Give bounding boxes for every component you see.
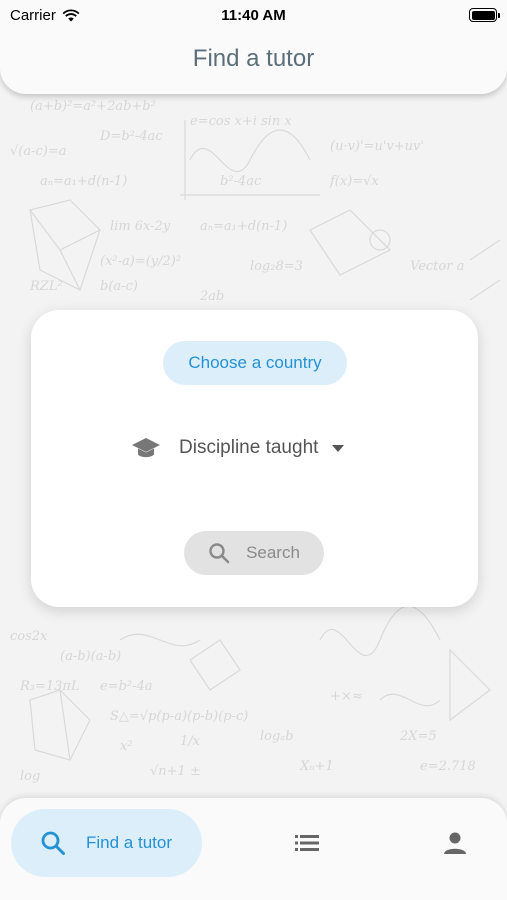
graduation-cap-icon — [132, 438, 160, 458]
svg-text:(a+b)²=a²+2ab+b²: (a+b)²=a²+2ab+b² — [30, 99, 156, 114]
svg-text:D=b²-4ac: D=b²-4ac — [99, 129, 163, 144]
svg-text:S△=√p(p-a)(p-b)(p-c): S△=√p(p-a)(p-b)(p-c) — [110, 709, 248, 724]
svg-text:e=b²-4a: e=b²-4a — [100, 679, 153, 694]
svg-text:e=cos x+i sin x: e=cos x+i sin x — [190, 114, 292, 129]
person-icon[interactable] — [443, 831, 467, 855]
svg-text:log₂8=3: log₂8=3 — [250, 259, 303, 274]
svg-text:RZL²: RZL² — [29, 279, 63, 294]
svg-text:√(a-c)=a: √(a-c)=a — [10, 144, 67, 159]
search-card: Choose a country Discipline taught Searc… — [31, 310, 478, 607]
svg-text:lim 6x-2y: lim 6x-2y — [110, 219, 171, 234]
svg-text:R₃=13πL: R₃=13πL — [19, 679, 80, 694]
page-title: Find a tutor — [192, 45, 315, 72]
svg-text:(u·v)'=u'v+uv': (u·v)'=u'v+uv' — [330, 139, 424, 154]
choose-country-button[interactable]: Choose a country — [163, 341, 347, 385]
nav-item-find-tutor-label: Find a tutor — [86, 833, 172, 852]
svg-text:f(x)=√x: f(x)=√x — [329, 174, 379, 189]
svg-text:cos2x: cos2x — [10, 629, 48, 644]
nav-item-find-tutor[interactable]: Find a tutor — [11, 809, 202, 877]
status-time: 11:40 AM — [221, 6, 286, 24]
svg-text:(a-b)(a-b): (a-b)(a-b) — [60, 649, 121, 664]
discipline-dropdown[interactable]: Discipline taught — [131, 428, 371, 468]
svg-text:aₙ=a₁+d(n-1): aₙ=a₁+d(n-1) — [200, 219, 287, 234]
svg-text:+×≈: +×≈ — [330, 689, 363, 704]
dropdown-arrow-icon — [332, 444, 345, 452]
svg-text:Xₙ+1: Xₙ+1 — [299, 759, 334, 774]
svg-text:b(a-c): b(a-c) — [100, 279, 138, 294]
svg-text:e=2.718: e=2.718 — [420, 759, 476, 774]
bottom-navigation: Find a tutor — [0, 798, 507, 900]
search-button[interactable]: Search — [184, 531, 324, 575]
svg-text:2ab: 2ab — [199, 289, 224, 304]
list-icon[interactable] — [295, 833, 319, 853]
status-bar: Carrier 11:40 AM — [0, 0, 507, 30]
svg-text:2X=5: 2X=5 — [399, 729, 437, 744]
svg-text:1/x: 1/x — [180, 734, 201, 749]
svg-text:Vector a: Vector a — [410, 259, 464, 274]
svg-text:b²-4ac: b²-4ac — [220, 174, 262, 189]
discipline-label: Discipline taught — [179, 437, 319, 458]
svg-text:log: log — [20, 769, 40, 784]
svg-text:(x²-a)=(y/2)²: (x²-a)=(y/2)² — [100, 254, 181, 269]
svg-text:logₐb: logₐb — [260, 729, 294, 744]
svg-text:aₙ=a₁+d(n-1): aₙ=a₁+d(n-1) — [40, 174, 127, 189]
svg-text:√n+1 ±: √n+1 ± — [150, 764, 201, 779]
search-icon — [41, 831, 65, 855]
search-button-label: Search — [246, 543, 300, 562]
svg-text:x²: x² — [120, 739, 133, 754]
search-icon — [209, 543, 230, 564]
battery-icon — [469, 8, 500, 22]
